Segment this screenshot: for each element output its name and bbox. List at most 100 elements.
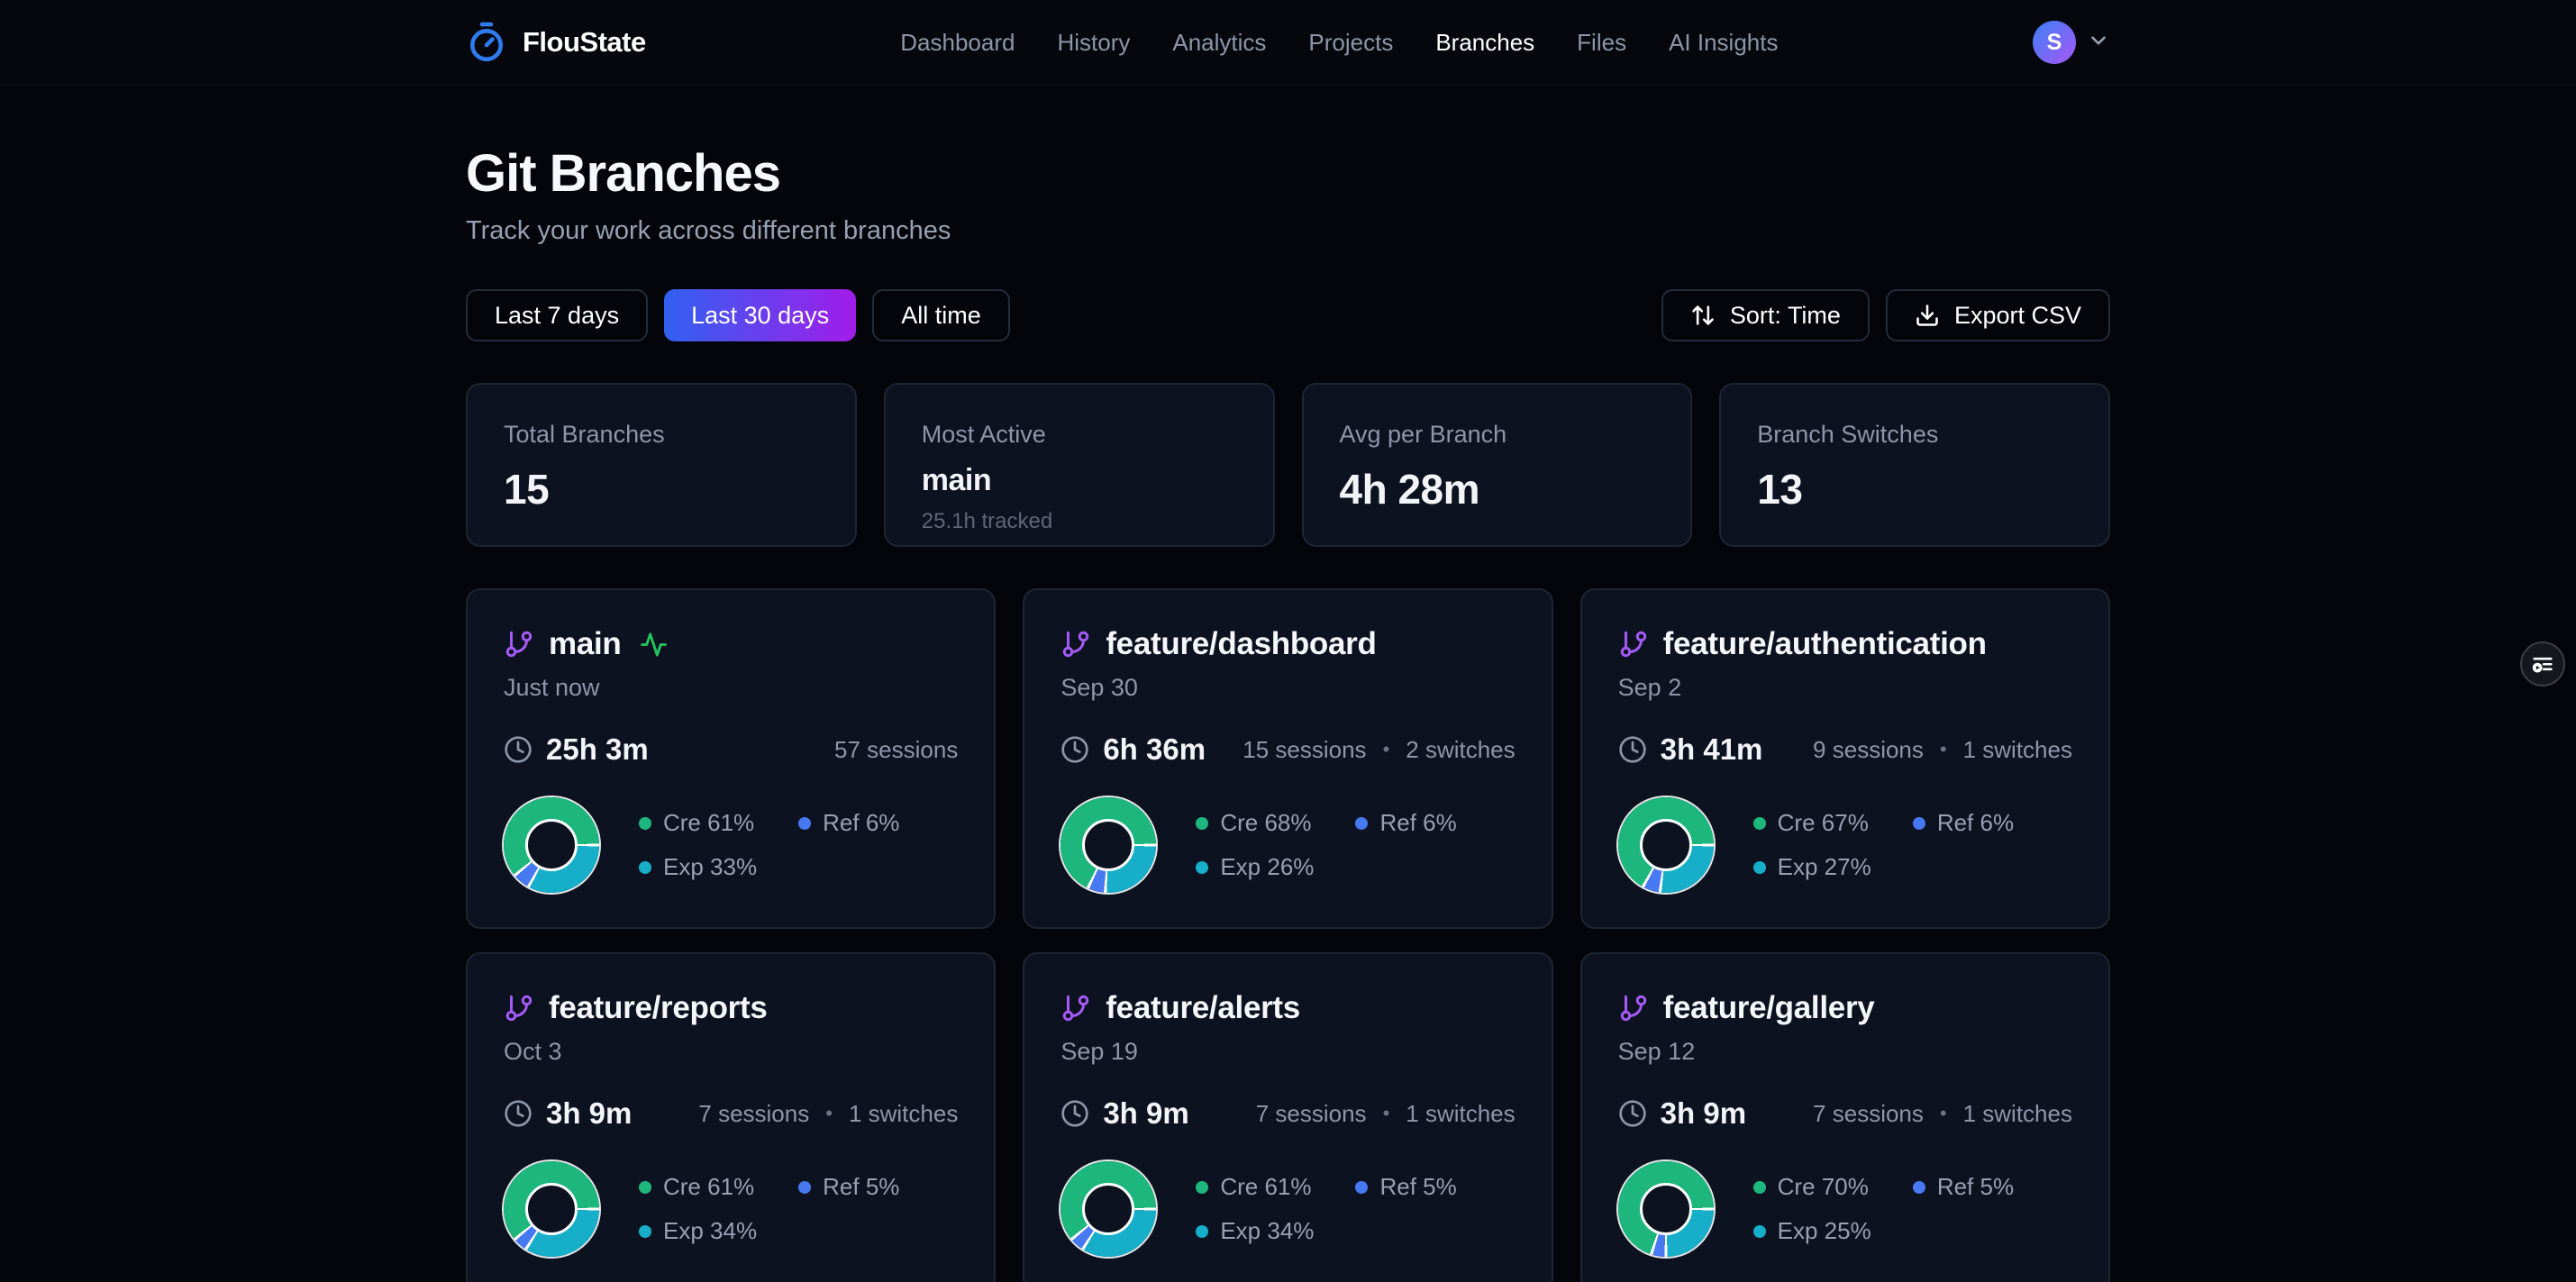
exp-dot (1196, 861, 1208, 874)
legend-exp: Exp 33% (663, 853, 757, 881)
cre-dot (639, 817, 651, 830)
range-button-30-days[interactable]: Last 30 days (664, 289, 856, 341)
branch-sessions: 7 sessions (1256, 1100, 1367, 1128)
branch-name: feature/alerts (1106, 990, 1300, 1026)
branch-card-feature-reports[interactable]: feature/reports Oct 3 3h 9m 7 sessions •… (466, 952, 996, 1282)
branch-card-feature-alerts[interactable]: feature/alerts Sep 19 3h 9m 7 sessions •… (1023, 952, 1552, 1282)
exp-dot (639, 861, 651, 874)
branch-legend: Cre 70% Ref 5% Exp 25% (1753, 1173, 2072, 1245)
top-navbar: FlouState Dashboard History Analytics Pr… (0, 0, 2576, 86)
branch-sessions: 15 sessions (1242, 736, 1366, 764)
branch-last-active: Oct 3 (504, 1038, 958, 1066)
branch-donut-chart (504, 1161, 599, 1257)
cre-dot (1753, 1181, 1766, 1194)
cre-dot (1753, 817, 1766, 830)
overlay-outline-button[interactable] (2520, 641, 2565, 686)
brand-name: FlouState (523, 26, 646, 59)
branch-last-active: Sep 30 (1060, 674, 1515, 702)
stat-value: 13 (1757, 465, 2072, 514)
legend-ref: Ref 6% (1937, 809, 2014, 837)
branch-legend: Cre 68% Ref 6% Exp 26% (1196, 809, 1515, 881)
branch-name: feature/authentication (1663, 626, 1987, 662)
stopwatch-logo-icon (466, 22, 507, 63)
branch-donut-chart (1060, 797, 1156, 893)
sort-button-label: Sort: Time (1730, 302, 1841, 330)
nav-links: Dashboard History Analytics Projects Bra… (646, 29, 2033, 57)
stat-label: Branch Switches (1757, 421, 2072, 449)
branch-card-main[interactable]: main Just now 25h 3m 57 sessions (466, 588, 996, 929)
nav-item-branches[interactable]: Branches (1435, 29, 1534, 57)
legend-ref: Ref 5% (1379, 1173, 1456, 1201)
ref-dot (798, 1181, 811, 1194)
legend-cre: Cre 68% (1220, 809, 1311, 837)
clock-icon (1060, 735, 1089, 764)
clock-icon (1060, 1099, 1089, 1128)
nav-item-files[interactable]: Files (1577, 29, 1626, 57)
branch-time: 25h 3m (546, 732, 649, 767)
branch-sessions: 7 sessions (1813, 1100, 1924, 1128)
branch-card-feature-authentication[interactable]: feature/authentication Sep 2 3h 41m 9 se… (1580, 588, 2110, 929)
range-button-7-days[interactable]: Last 7 days (466, 289, 648, 341)
range-button-all-time[interactable]: All time (872, 289, 1010, 341)
branch-time: 3h 41m (1661, 732, 1763, 767)
avatar[interactable]: S (2033, 21, 2076, 64)
nav-item-projects[interactable]: Projects (1308, 29, 1393, 57)
branch-switches: 1 switches (849, 1100, 958, 1128)
sort-button[interactable]: Sort: Time (1661, 289, 1870, 341)
branch-switches: 1 switches (1963, 736, 2072, 764)
branch-legend: Cre 61% Ref 5% Exp 34% (639, 1173, 958, 1245)
stat-value: 4h 28m (1340, 465, 1655, 514)
branch-donut-chart (504, 797, 599, 893)
branch-time: 6h 36m (1103, 732, 1206, 767)
stat-card-most-active: Most Active main 25.1h tracked (884, 383, 1275, 547)
clock-icon (504, 735, 532, 764)
stat-label: Total Branches (504, 421, 819, 449)
ref-dot (798, 817, 811, 830)
exp-dot (1753, 861, 1766, 874)
page-subtitle: Track your work across different branche… (466, 216, 2110, 246)
legend-cre: Cre 61% (1220, 1173, 1311, 1201)
download-icon (1915, 303, 1940, 328)
nav-item-ai-insights[interactable]: AI Insights (1669, 29, 1778, 57)
nav-item-history[interactable]: History (1057, 29, 1130, 57)
git-branches-page: FlouState Dashboard History Analytics Pr… (0, 0, 2576, 1282)
stat-label: Avg per Branch (1340, 421, 1655, 449)
branch-donut-chart (1618, 1161, 1714, 1257)
legend-exp: Exp 34% (663, 1217, 757, 1245)
branch-card-feature-dashboard[interactable]: feature/dashboard Sep 30 6h 36m 15 sessi… (1023, 588, 1552, 929)
legend-exp: Exp 25% (1778, 1217, 1871, 1245)
stat-subtext: 25.1h tracked (922, 509, 1237, 534)
branch-donut-chart (1060, 1161, 1156, 1257)
branch-card-feature-gallery[interactable]: feature/gallery Sep 12 3h 9m 7 sessions … (1580, 952, 2110, 1282)
branch-last-active: Just now (504, 674, 958, 702)
branch-last-active: Sep 12 (1618, 1038, 2072, 1066)
chevron-down-icon (2087, 29, 2110, 57)
nav-item-analytics[interactable]: Analytics (1172, 29, 1266, 57)
legend-ref: Ref 5% (823, 1173, 899, 1201)
dot-separator: • (1383, 1102, 1390, 1125)
stat-label: Most Active (922, 421, 1237, 449)
export-csv-button[interactable]: Export CSV (1886, 289, 2110, 341)
git-branch-icon (1618, 993, 1649, 1023)
branch-name: main (549, 626, 622, 662)
user-menu[interactable]: S (2033, 21, 2110, 64)
cre-dot (1196, 1181, 1208, 1194)
arrows-up-down-icon (1690, 303, 1716, 328)
branch-name: feature/dashboard (1106, 626, 1376, 662)
brand-logo[interactable]: FlouState (466, 22, 646, 63)
git-branch-icon (1060, 629, 1091, 659)
branch-time: 3h 9m (546, 1096, 632, 1131)
cre-dot (1196, 817, 1208, 830)
branch-sessions: 57 sessions (834, 736, 958, 764)
activity-pulse-icon (640, 631, 668, 659)
ref-dot (1913, 1181, 1925, 1194)
exp-dot (1753, 1225, 1766, 1238)
nav-item-dashboard[interactable]: Dashboard (900, 29, 1015, 57)
stat-value: main (922, 463, 1237, 498)
branch-time: 3h 9m (1103, 1096, 1188, 1131)
legend-exp: Exp 34% (1220, 1217, 1314, 1245)
filter-toolbar: Last 7 days Last 30 days All time Sort: … (466, 289, 2110, 341)
branch-switches: 1 switches (1406, 1100, 1515, 1128)
ref-dot (1355, 817, 1368, 830)
legend-cre: Cre 61% (663, 1173, 754, 1201)
